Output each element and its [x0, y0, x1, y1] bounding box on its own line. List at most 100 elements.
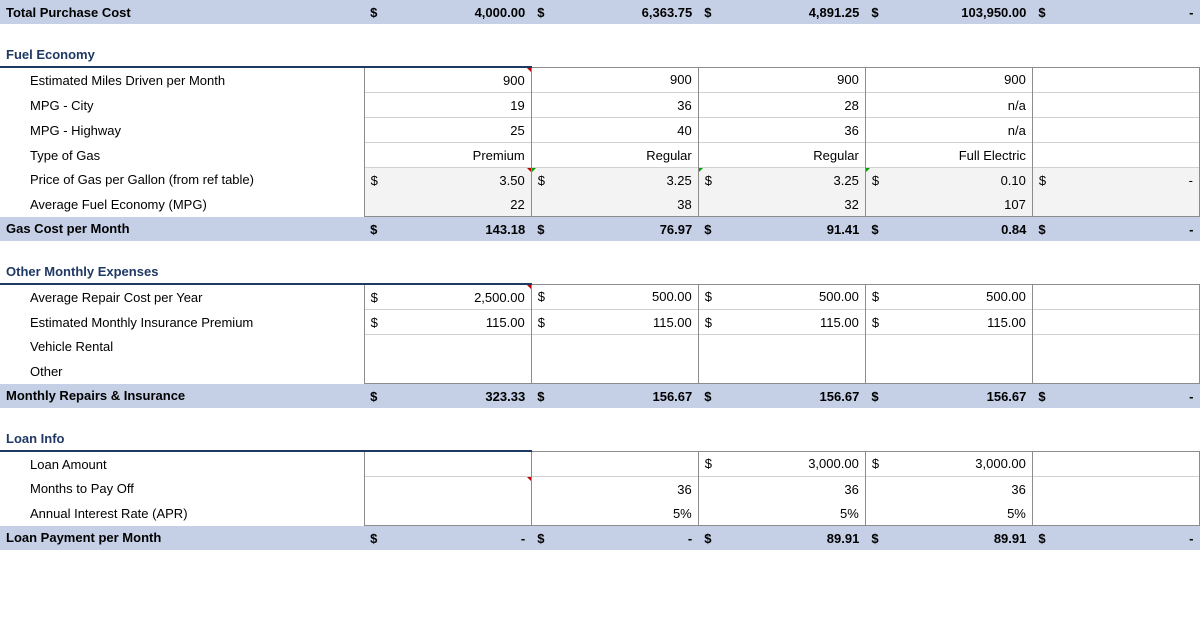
- value-cell: 76.97: [561, 217, 698, 242]
- value-cell[interactable]: 115.00: [728, 310, 865, 335]
- currency-symbol: [1032, 477, 1062, 502]
- currency-symbol: [865, 359, 895, 384]
- value-cell[interactable]: 36: [895, 477, 1032, 502]
- value-cell[interactable]: [895, 359, 1032, 384]
- value-cell[interactable]: 5%: [561, 501, 698, 526]
- currency-symbol: $: [1032, 0, 1062, 24]
- value-cell[interactable]: [561, 451, 698, 477]
- value-cell[interactable]: 19: [394, 93, 531, 118]
- currency-symbol: $: [698, 451, 728, 477]
- value-cell[interactable]: [1062, 118, 1199, 143]
- value-cell[interactable]: 25: [394, 118, 531, 143]
- currency-symbol: $: [698, 526, 728, 551]
- value-cell: 156.67: [561, 384, 698, 409]
- value-cell[interactable]: [728, 359, 865, 384]
- currency-symbol: [698, 143, 728, 168]
- value-cell[interactable]: [394, 477, 531, 502]
- value-cell[interactable]: [1062, 335, 1199, 360]
- value-cell[interactable]: [1062, 359, 1199, 384]
- value-cell[interactable]: [561, 359, 698, 384]
- value-cell[interactable]: 3,000.00: [728, 451, 865, 477]
- value-cell[interactable]: 36: [728, 118, 865, 143]
- value-cell[interactable]: n/a: [895, 118, 1032, 143]
- value-cell[interactable]: [1062, 310, 1199, 335]
- value-cell[interactable]: 115.00: [394, 310, 531, 335]
- value-cell[interactable]: -: [1062, 168, 1199, 193]
- currency-symbol: [364, 501, 394, 526]
- value-cell[interactable]: [394, 451, 531, 477]
- value-cell[interactable]: 28: [728, 93, 865, 118]
- data-row: Loan Amount$3,000.00$3,000.00: [0, 451, 1200, 477]
- value-cell[interactable]: [895, 335, 1032, 360]
- value-cell[interactable]: [1062, 93, 1199, 118]
- value-cell[interactable]: 0.10: [895, 168, 1032, 193]
- value-cell[interactable]: 36: [728, 477, 865, 502]
- value-cell[interactable]: [1062, 284, 1199, 310]
- currency-symbol: [1032, 501, 1062, 526]
- row-label: Monthly Repairs & Insurance: [0, 384, 364, 409]
- value-cell: 103,950.00: [895, 0, 1032, 24]
- currency-symbol: [364, 451, 394, 477]
- data-row: Average Fuel Economy (MPG)223832107: [0, 192, 1200, 217]
- value-cell[interactable]: 115.00: [561, 310, 698, 335]
- value-cell: 143.18: [394, 217, 531, 242]
- value-cell[interactable]: [1062, 477, 1199, 502]
- loan-info-header: Loan Info: [0, 420, 531, 451]
- currency-symbol: [698, 477, 728, 502]
- value-cell[interactable]: [1062, 451, 1199, 477]
- currency-symbol: [865, 192, 895, 217]
- value-cell[interactable]: 5%: [728, 501, 865, 526]
- currency-symbol: [364, 335, 394, 360]
- value-cell[interactable]: 900: [728, 67, 865, 93]
- currency-symbol: [865, 335, 895, 360]
- value-cell[interactable]: [394, 501, 531, 526]
- currency-symbol: [531, 93, 561, 118]
- value-cell[interactable]: 38: [561, 192, 698, 217]
- value-cell[interactable]: 900: [394, 67, 531, 93]
- value-cell[interactable]: 500.00: [895, 284, 1032, 310]
- value-cell[interactable]: n/a: [895, 93, 1032, 118]
- value-cell[interactable]: [1062, 192, 1199, 217]
- value-cell: -: [561, 526, 698, 551]
- value-cell[interactable]: Premium: [394, 143, 531, 168]
- value-cell[interactable]: 107: [895, 192, 1032, 217]
- currency-symbol: [1032, 143, 1062, 168]
- value-cell[interactable]: 3.25: [728, 168, 865, 193]
- data-row: Vehicle Rental: [0, 335, 1200, 360]
- total-purchase-cost-row: Total Purchase Cost$4,000.00$6,363.75$4,…: [0, 0, 1200, 24]
- value-cell[interactable]: 22: [394, 192, 531, 217]
- currency-symbol: [531, 335, 561, 360]
- currency-symbol: [698, 67, 728, 93]
- value-cell[interactable]: 900: [895, 67, 1032, 93]
- currency-symbol: [865, 118, 895, 143]
- value-cell[interactable]: 115.00: [895, 310, 1032, 335]
- value-cell[interactable]: [1062, 501, 1199, 526]
- value-cell[interactable]: 36: [561, 477, 698, 502]
- value-cell[interactable]: [1062, 143, 1199, 168]
- currency-symbol: $: [865, 284, 895, 310]
- value-cell[interactable]: [394, 359, 531, 384]
- currency-symbol: [698, 335, 728, 360]
- value-cell[interactable]: [728, 335, 865, 360]
- data-row: Estimated Monthly Insurance Premium$115.…: [0, 310, 1200, 335]
- value-cell[interactable]: 36: [561, 93, 698, 118]
- value-cell[interactable]: 40: [561, 118, 698, 143]
- value-cell[interactable]: 5%: [895, 501, 1032, 526]
- data-row: Months to Pay Off363636: [0, 477, 1200, 502]
- value-cell[interactable]: 32: [728, 192, 865, 217]
- value-cell[interactable]: 3.25: [561, 168, 698, 193]
- value-cell[interactable]: Full Electric: [895, 143, 1032, 168]
- value-cell[interactable]: [561, 335, 698, 360]
- value-cell[interactable]: Regular: [728, 143, 865, 168]
- value-cell[interactable]: [394, 335, 531, 360]
- value-cell[interactable]: 3.50: [394, 168, 531, 193]
- value-cell[interactable]: 2,500.00: [394, 284, 531, 310]
- value-cell[interactable]: [1062, 67, 1199, 93]
- loan-payment-row: Loan Payment per Month$-$-$89.91$89.91$-: [0, 526, 1200, 551]
- value-cell[interactable]: Regular: [561, 143, 698, 168]
- value-cell[interactable]: 900: [561, 67, 698, 93]
- data-row: Price of Gas per Gallon (from ref table)…: [0, 168, 1200, 193]
- value-cell[interactable]: 3,000.00: [895, 451, 1032, 477]
- value-cell[interactable]: 500.00: [728, 284, 865, 310]
- value-cell[interactable]: 500.00: [561, 284, 698, 310]
